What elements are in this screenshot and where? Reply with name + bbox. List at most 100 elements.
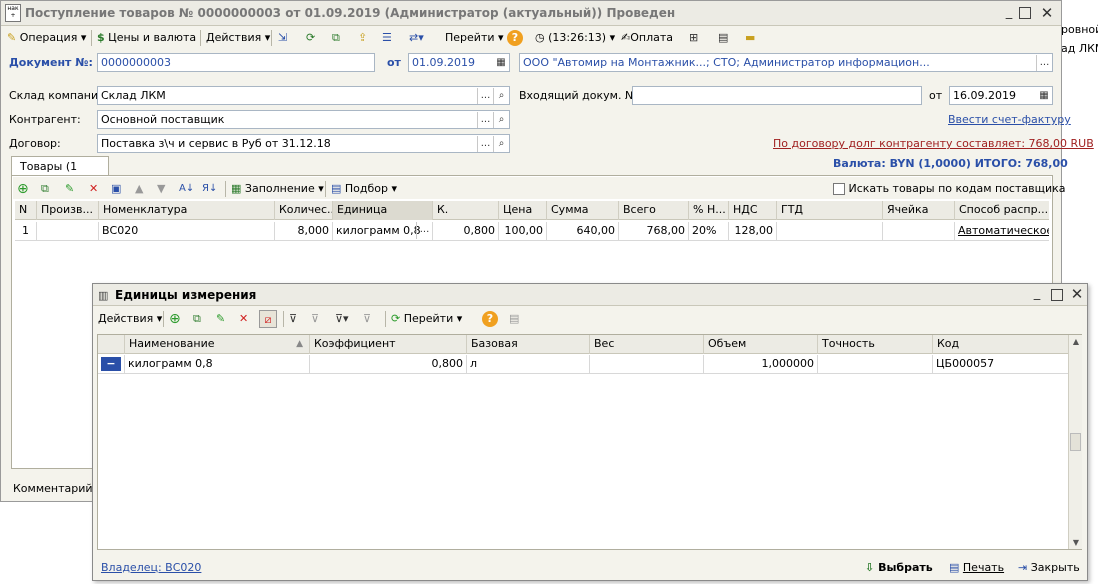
col-total[interactable]: Всего (619, 201, 689, 220)
time-menu[interactable]: ◷ (13:26:13) ▾ (535, 29, 615, 47)
edit-icon[interactable]: ✎ (216, 310, 225, 328)
delete-icon[interactable]: ✕ (89, 180, 98, 198)
close-button[interactable]: ✕ (1039, 5, 1055, 21)
fill-menu[interactable]: ▦ Заполнение ▾ (231, 180, 324, 198)
table-row[interactable]: 1 ВС020 8,000 килограмм 0,8... 0,800 100… (15, 222, 1049, 241)
col-n[interactable]: N (15, 201, 37, 220)
col-code[interactable]: Код (933, 335, 1068, 354)
col-nomenclature[interactable]: Номенклатура (99, 201, 275, 220)
minimize-button[interactable]: _ (1001, 5, 1017, 21)
col-distribution[interactable]: Способ распр... (955, 201, 1049, 220)
filter-icon[interactable]: ⊽ (289, 310, 297, 328)
search-icon[interactable]: ⌕ (493, 136, 509, 152)
counterparty-field[interactable]: Основной поставщик... ⌕ (97, 110, 510, 129)
incoming-doc-field[interactable] (632, 86, 922, 105)
calendar-icon[interactable]: ▦ (493, 55, 509, 71)
table-row[interactable]: − килограмм 0,8 0,800 л 1,000000 ЦБ00005… (98, 355, 1068, 374)
add-icon[interactable]: ⊕ (17, 180, 29, 198)
minimize-button[interactable]: _ (1029, 286, 1045, 302)
enter-invoice-link[interactable]: Ввести счет-фактуру (948, 113, 1071, 126)
units-goto-menu[interactable]: ⟳ Перейти ▾ (391, 310, 462, 328)
col-weight[interactable]: Вес (590, 335, 704, 354)
document-list-icon[interactable]: ☰ (382, 29, 392, 47)
close-button[interactable]: ✕ (1069, 286, 1085, 302)
save-icon[interactable]: ▣ (111, 180, 121, 198)
col-volume[interactable]: Объем (704, 335, 818, 354)
sort-asc-icon[interactable]: A↓ (179, 180, 194, 198)
copy-icon[interactable]: ⧉ (332, 29, 340, 47)
date-field[interactable]: 01.09.2019 ▦ (408, 53, 510, 72)
search-supplier-codes-checkbox[interactable]: Искать товары по кодам поставщика (833, 180, 1066, 198)
col-coefficient[interactable]: Коэффициент (310, 335, 467, 354)
search-icon[interactable]: ⌕ (493, 88, 509, 104)
col-precision[interactable]: Точность (818, 335, 933, 354)
maximize-button[interactable] (1019, 7, 1031, 19)
scroll-down-icon[interactable]: ▼ (1069, 538, 1083, 547)
cell-distribution[interactable]: Автоматическое (955, 222, 1049, 240)
edit-icon[interactable]: ✎ (65, 180, 74, 198)
tab-goods[interactable]: Товары (1 поз.) (11, 156, 109, 186)
col-gtd[interactable]: ГТД (777, 201, 883, 220)
prices-button[interactable]: $ Цены и валюта (97, 29, 196, 47)
delete-icon[interactable]: ✕ (239, 310, 248, 328)
warehouse-select-button[interactable]: ... (477, 88, 493, 104)
select-button[interactable]: ⇩ Выбрать (865, 561, 933, 574)
col-manufacturer[interactable]: Произв... (37, 201, 99, 220)
operation-menu[interactable]: ✎ Операция ▾ (7, 29, 86, 47)
calendar-icon[interactable]: ▦ (1036, 88, 1052, 104)
post-icon[interactable]: ⇲ (278, 29, 287, 47)
close-window-button[interactable]: ⇥ Закрыть (1018, 561, 1080, 574)
contract-field[interactable]: Поставка з\ч и сервис в Руб от 31.12.18.… (97, 134, 510, 153)
mark-delete-icon[interactable]: ⧄ (259, 310, 277, 328)
doc-number-field[interactable]: 0000000003 (97, 53, 375, 72)
warehouse-field[interactable]: Склад ЛКМ... ⌕ (97, 86, 510, 105)
unit-select-button[interactable]: ... (416, 222, 432, 239)
scroll-up-icon[interactable]: ▲ (1069, 337, 1083, 346)
goto-menu[interactable]: Перейти ▾ (445, 29, 504, 47)
filter-clear-icon[interactable]: ⊽ (363, 310, 371, 328)
debt-link[interactable]: По договору долг контрагенту составляет:… (773, 137, 1094, 150)
payment-button[interactable]: ✍Оплата (621, 29, 673, 47)
col-vat[interactable]: НДС (729, 201, 777, 220)
vertical-scrollbar[interactable]: ▲ ▼ (1068, 335, 1082, 549)
move-down-icon[interactable]: ▼ (157, 180, 165, 198)
copy-icon[interactable]: ⧉ (193, 310, 201, 328)
units-actions-menu[interactable]: Действия ▾ (98, 310, 162, 328)
col-quantity[interactable]: Количес... (275, 201, 333, 220)
select-menu[interactable]: ▤ Подбор ▾ (331, 180, 397, 198)
counterparty-select-button[interactable]: ... (477, 112, 493, 128)
tree-icon[interactable]: ⊞ (689, 29, 698, 47)
actions-menu[interactable]: Действия ▾ (206, 29, 270, 47)
help-icon[interactable]: ? (482, 311, 498, 327)
move-up-icon[interactable]: ▲ (135, 180, 143, 198)
report-icon[interactable]: ▤ (718, 29, 728, 47)
print-button[interactable]: ▤ Печать (949, 561, 1004, 574)
help-icon[interactable]: ? (507, 30, 523, 46)
col-k[interactable]: К. (433, 201, 499, 220)
owner-link[interactable]: Владелец: ВС020 (101, 561, 201, 574)
organization-field[interactable]: ООО "Автомир на Монтажник...; СТО; Админ… (519, 53, 1053, 72)
col-sum[interactable]: Сумма (547, 201, 619, 220)
col-unit[interactable]: Единица (333, 201, 433, 220)
select-org-button[interactable]: ... (1036, 55, 1052, 71)
copy-row-icon[interactable]: ⧉ (41, 180, 49, 198)
col-vat-rate[interactable]: % Н... (689, 201, 729, 220)
settings-icon[interactable]: ▤ (509, 310, 519, 328)
upload-icon[interactable]: ⇪ (358, 29, 367, 47)
maximize-button[interactable] (1051, 289, 1063, 301)
incoming-date-field[interactable]: 16.09.2019 ▦ (949, 86, 1053, 105)
col-price[interactable]: Цена (499, 201, 547, 220)
col-name[interactable]: Наименование ▲ (125, 335, 310, 354)
contract-select-button[interactable]: ... (477, 136, 493, 152)
filter-apply-icon[interactable]: ⊽ (311, 310, 319, 328)
filter-menu[interactable]: ⊽▾ (335, 310, 349, 328)
add-icon[interactable]: ⊕ (169, 310, 181, 328)
search-icon[interactable]: ⌕ (493, 112, 509, 128)
col-base[interactable]: Базовая (467, 335, 590, 354)
sort-desc-icon[interactable]: Я↓ (202, 180, 217, 198)
col-cell[interactable]: Ячейка (883, 201, 955, 220)
print-icon[interactable]: ▬ (745, 29, 755, 47)
refresh-icon[interactable]: ⟳ (306, 29, 315, 47)
scroll-thumb[interactable] (1070, 433, 1081, 451)
structure-menu[interactable]: ⇄▾ (409, 29, 424, 47)
